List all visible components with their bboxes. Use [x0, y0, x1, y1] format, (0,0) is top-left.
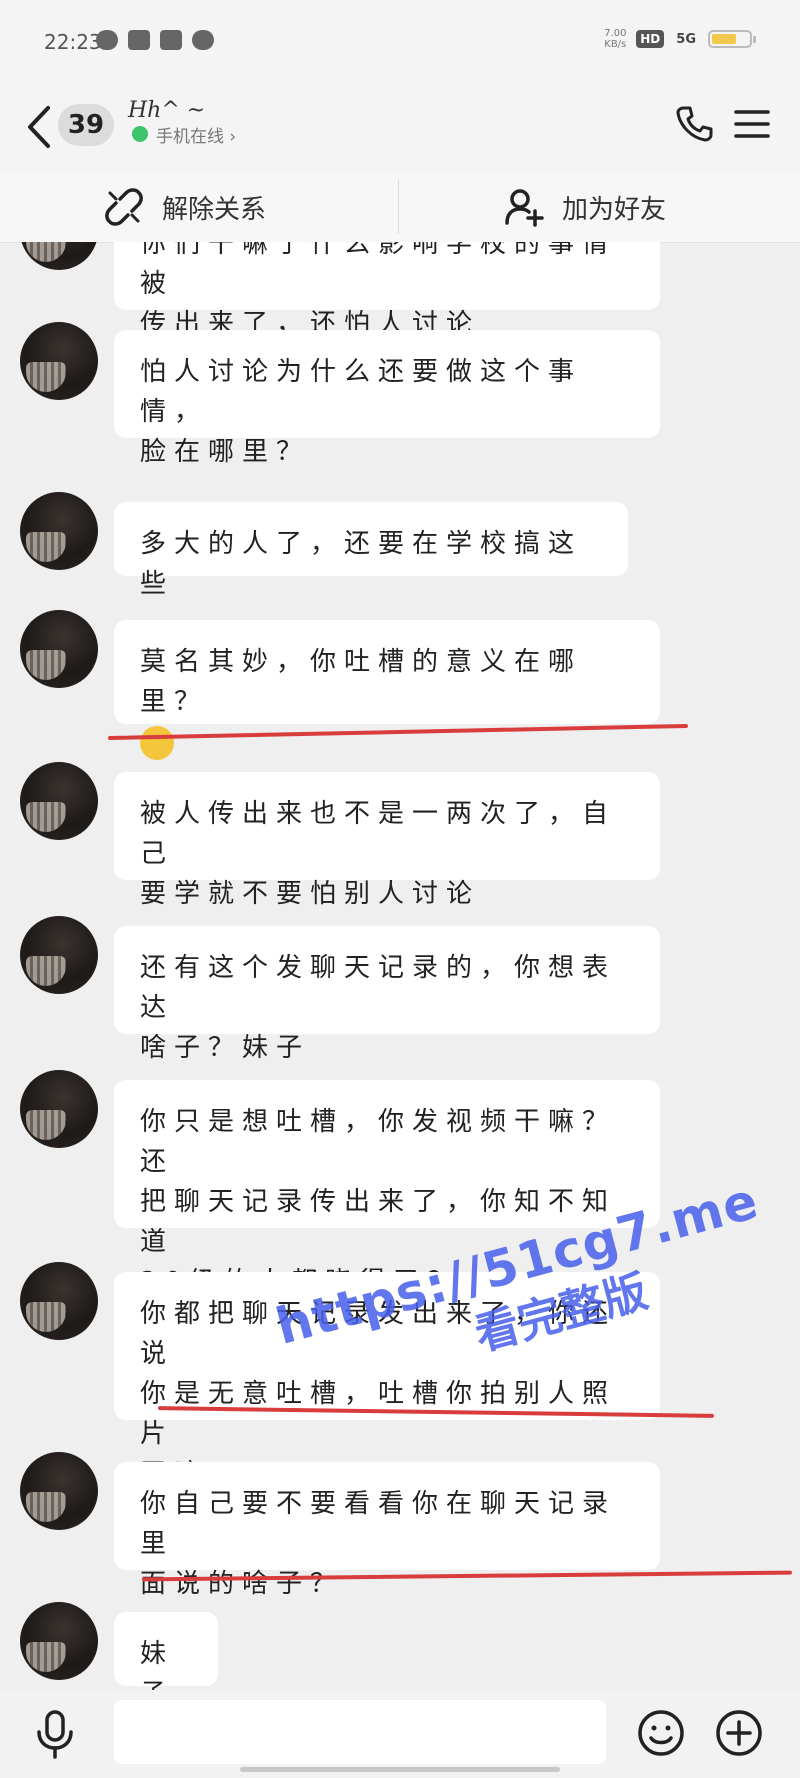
avatar[interactable] [20, 1262, 98, 1340]
unlink-label: 解除关系 [162, 194, 267, 225]
unlink-icon [105, 188, 143, 226]
smiley-icon[interactable] [636, 1708, 686, 1758]
add-user-icon [505, 189, 544, 227]
message-text: 莫名其妙，你吐槽的意义在哪里？ [140, 647, 583, 717]
message-bubble[interactable]: 你们干嘛了什么影响学校的事情被 传出来了，还怕人讨论 [114, 242, 660, 339]
calendar-icon [160, 30, 182, 50]
chevron-right-icon: › [229, 127, 237, 147]
message-bubble[interactable]: 你自己要不要看看你在聊天记录里 面说的啥子？ [114, 1462, 660, 1599]
message-bubble[interactable]: 妹子 [114, 1612, 218, 1690]
online-status-text[interactable]: 手机在线 › [156, 122, 236, 147]
avatar[interactable] [20, 322, 98, 400]
message-bubble[interactable]: 你只是想吐槽，你发视频干嘛？还 把聊天记录传出来了，你知不知道 20级的人都晓得… [114, 1080, 660, 1297]
status-bar: 22:23 7.00 KB/s HD 5G [0, 0, 800, 86]
action-divider [398, 180, 399, 234]
menu-icon[interactable] [732, 104, 772, 144]
add-friend-button[interactable]: 加为好友 [504, 172, 666, 242]
plus-circle-icon[interactable] [714, 1708, 764, 1758]
notification-icons [96, 30, 214, 50]
unread-count-badge[interactable]: 39 [58, 104, 114, 146]
message-list[interactable]: 你们干嘛了什么影响学校的事情被 传出来了，还怕人讨论 怕人讨论为什么还要做这个事… [0, 242, 800, 1690]
add-friend-label: 加为好友 [562, 194, 667, 225]
grinning-face-icon [140, 726, 174, 760]
message-text: 还有这个发聊天记录的，你想表达 啥子？妹子 [140, 953, 617, 1063]
battery-icon [708, 30, 756, 48]
mascot-icon [192, 30, 214, 50]
message-text: 被人传出来也不是一两次了，自己 要学就不要怕别人讨论 [140, 799, 617, 909]
avatar[interactable] [20, 1070, 98, 1148]
avatar[interactable] [20, 762, 98, 840]
phone-icon[interactable] [672, 102, 716, 146]
message-bubble[interactable]: 还有这个发聊天记录的，你想表达 啥子？妹子 [114, 926, 660, 1063]
home-indicator[interactable] [240, 1767, 560, 1772]
message-text: 多大的人了，还要在学校搞这些 [140, 529, 583, 599]
back-button[interactable] [22, 102, 56, 152]
avatar[interactable] [20, 1602, 98, 1680]
network-speed: 7.00 KB/s [604, 28, 627, 50]
message-text: 你们干嘛了什么影响学校的事情被 传出来了，还怕人讨论 [140, 242, 617, 339]
unlink-relationship-button[interactable]: 解除关系 [104, 172, 266, 242]
hd-badge: HD [636, 30, 665, 48]
input-bar [0, 1690, 800, 1778]
wechat-icon [96, 30, 118, 50]
online-status-dot [132, 126, 148, 142]
microphone-icon[interactable] [30, 1708, 80, 1760]
avatar[interactable] [20, 492, 98, 570]
message-text: 怕人讨论为什么还要做这个事情， 脸在哪里？ [140, 357, 583, 467]
avatar[interactable] [20, 916, 98, 994]
battery-level [712, 34, 736, 44]
app-notification-icon [128, 30, 150, 50]
message-bubble[interactable]: 多大的人了，还要在学校搞这些 [114, 502, 628, 599]
red-underline-annotation [108, 723, 688, 741]
status-time: 22:23 [44, 30, 102, 54]
message-text: 你自己要不要看看你在聊天记录里 面说的啥子？ [140, 1489, 617, 1599]
message-input[interactable] [114, 1700, 606, 1764]
message-bubble[interactable]: 莫名其妙，你吐槽的意义在哪里？ [114, 620, 660, 760]
status-right-group: 7.00 KB/s HD 5G [604, 28, 756, 50]
relationship-action-bar: 解除关系 加为好友 [0, 172, 800, 243]
contact-name[interactable]: Hh^ ~ [128, 98, 205, 123]
avatar[interactable] [20, 610, 98, 688]
message-bubble[interactable]: 怕人讨论为什么还要做这个事情， 脸在哪里？ [114, 330, 660, 467]
avatar[interactable] [20, 1452, 98, 1530]
message-bubble[interactable]: 被人传出来也不是一两次了，自己 要学就不要怕别人讨论 [114, 772, 660, 909]
chat-header: 39 Hh^ ~ 手机在线 › [0, 86, 800, 172]
avatar[interactable] [20, 242, 98, 270]
message-text: 妹子 [140, 1639, 175, 1690]
signal-indicator: 5G [676, 31, 696, 47]
